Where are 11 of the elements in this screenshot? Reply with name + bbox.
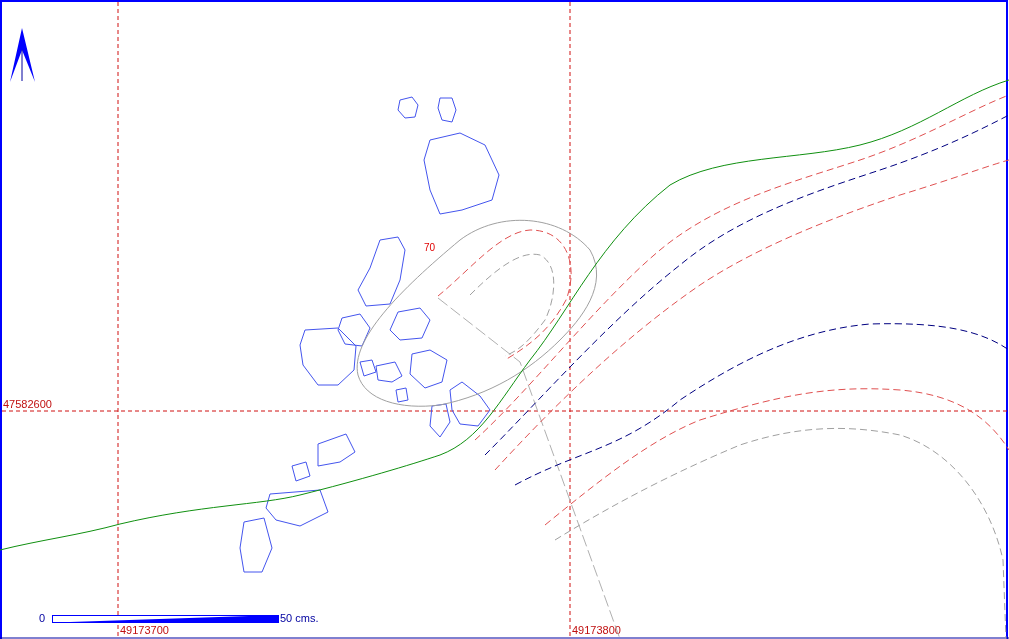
stone-outline xyxy=(397,96,419,119)
grid-coordinate-label: 49173700 xyxy=(120,624,169,636)
scale-end-label: 50 cms. xyxy=(280,612,319,624)
stone-outline xyxy=(317,433,356,467)
stone-outline xyxy=(437,97,457,123)
scale-start-label: 0 xyxy=(39,612,46,624)
north-arrow-icon xyxy=(10,28,35,82)
contour-label: 70 xyxy=(424,242,436,253)
grid-coordinate-label: 49173800 xyxy=(572,624,621,636)
grid-coordinate-label: 47582600 xyxy=(3,398,52,410)
stone-outline xyxy=(291,461,311,482)
